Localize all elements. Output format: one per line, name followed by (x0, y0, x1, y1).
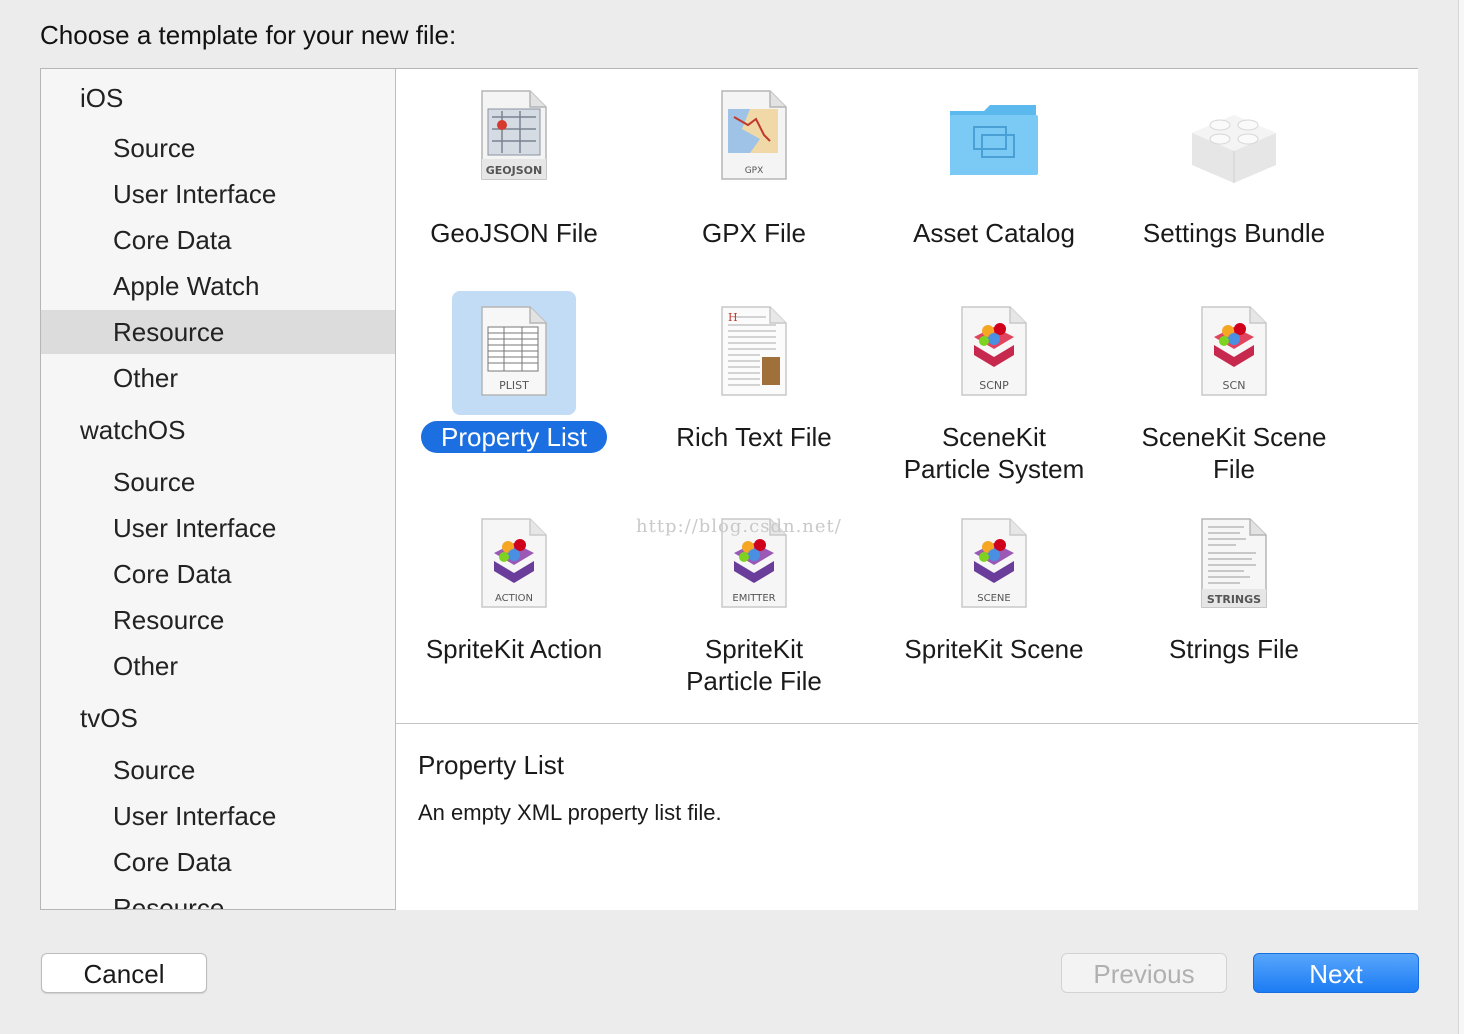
template-label: Asset Catalog (913, 218, 1075, 248)
scenekit-particle-icon: SCNP (932, 291, 1056, 415)
sidebar-item-watchos-core-data[interactable]: Core Data (41, 552, 395, 596)
window-edge (1458, 0, 1464, 1034)
template-label: Settings Bundle (1142, 218, 1326, 248)
template-spritekit-action[interactable]: ACTION SpriteKit Action (396, 503, 634, 665)
cancel-button[interactable]: Cancel (41, 953, 207, 993)
scene-badge: SCENE (977, 593, 1010, 604)
strings-document-icon: STRINGS (1172, 503, 1296, 627)
template-label: GeoJSON File (430, 218, 598, 248)
sidebar-item-watchos-source[interactable]: Source (41, 460, 395, 504)
sidebar-item-ios-apple-watch[interactable]: Apple Watch (41, 264, 395, 308)
sidebar-item-ios-resource[interactable]: Resource (41, 310, 395, 354)
next-button[interactable]: Next (1253, 953, 1419, 993)
platform-header-watchos: watchOS (80, 415, 186, 445)
sidebar-item-watchos-user-interface[interactable]: User Interface (41, 506, 395, 550)
template-asset-catalog[interactable]: Asset Catalog (874, 87, 1114, 249)
template-strings-file[interactable]: STRINGS Strings File (1114, 503, 1354, 665)
plist-document-icon: PLIST (452, 291, 576, 415)
sidebar-item-tvos-user-interface[interactable]: User Interface (41, 794, 395, 838)
sidebar-item-ios-core-data[interactable]: Core Data (41, 218, 395, 262)
sidebar-item-watchos-other[interactable]: Other (41, 644, 395, 688)
template-label: SpriteKit Scene (904, 634, 1084, 664)
template-label: Strings File (1168, 634, 1300, 664)
spritekit-scene-icon: SCENE (932, 503, 1056, 627)
dialog-title: Choose a template for your new file: (40, 20, 457, 50)
template-label: Property List (421, 421, 607, 453)
template-geojson-file[interactable]: GEOJSON GeoJSON File (396, 87, 634, 249)
rich-text-document-icon: H (692, 291, 816, 415)
emitter-badge: EMITTER (732, 593, 775, 604)
lego-brick-icon (1172, 87, 1296, 211)
previous-button[interactable]: Previous (1061, 953, 1227, 993)
watermark: http://blog.csdn.net/ (636, 516, 842, 537)
sidebar-item-ios-source[interactable]: Source (41, 126, 395, 170)
template-label: SpriteKit Action (425, 634, 603, 664)
template-label: SpriteKit Particle File (686, 634, 822, 696)
template-chooser-panel: iOS Source User Interface Core Data Appl… (40, 68, 1418, 910)
scnp-badge: SCNP (979, 379, 1009, 392)
scn-badge: SCN (1223, 379, 1246, 392)
platform-sidebar[interactable]: iOS Source User Interface Core Data Appl… (41, 69, 396, 909)
scenekit-scene-icon: SCN (1172, 291, 1296, 415)
strings-badge: STRINGS (1207, 593, 1261, 606)
template-rich-text-file[interactable]: H Rich Text File (634, 291, 874, 453)
sidebar-item-tvos-source[interactable]: Source (41, 748, 395, 792)
sidebar-item-tvos-core-data[interactable]: Core Data (41, 840, 395, 884)
template-spritekit-scene[interactable]: SCENE SpriteKit Scene (874, 503, 1114, 665)
template-settings-bundle[interactable]: Settings Bundle (1114, 87, 1354, 249)
template-label: GPX File (701, 218, 807, 248)
template-label: Rich Text File (676, 422, 832, 452)
sidebar-item-ios-user-interface[interactable]: User Interface (41, 172, 395, 216)
sidebar-item-ios-other[interactable]: Other (41, 356, 395, 400)
detail-title: Property List (418, 750, 564, 780)
template-detail-pane: Property List An empty XML property list… (396, 723, 1418, 910)
template-scenekit-scene-file[interactable]: SCN SceneKit Scene File (1114, 291, 1354, 485)
sidebar-item-watchos-resource[interactable]: Resource (41, 598, 395, 642)
template-label: SceneKit Scene File (1141, 422, 1327, 484)
template-label: SceneKit Particle System (903, 422, 1085, 484)
spritekit-action-icon: ACTION (452, 503, 576, 627)
platform-header-ios: iOS (80, 83, 124, 113)
sidebar-item-tvos-resource[interactable]: Resource (41, 886, 395, 909)
gpx-badge: GPX (745, 166, 764, 176)
detail-description: An empty XML property list file. (418, 800, 722, 825)
platform-header-tvos: tvOS (80, 703, 138, 733)
gpx-document-icon: GPX (692, 87, 816, 211)
template-grid: GEOJSON GeoJSON File GPX GPX File Asset … (396, 69, 1418, 723)
template-scenekit-particle-system[interactable]: SCNP SceneKit Particle System (874, 291, 1114, 485)
action-badge: ACTION (495, 593, 533, 604)
geojson-document-icon: GEOJSON (452, 87, 576, 211)
template-gpx-file[interactable]: GPX GPX File (634, 87, 874, 249)
template-property-list[interactable]: PLIST Property List (396, 291, 634, 453)
plist-badge: PLIST (499, 379, 529, 392)
folder-icon (932, 87, 1056, 211)
geojson-badge: GEOJSON (486, 164, 542, 177)
